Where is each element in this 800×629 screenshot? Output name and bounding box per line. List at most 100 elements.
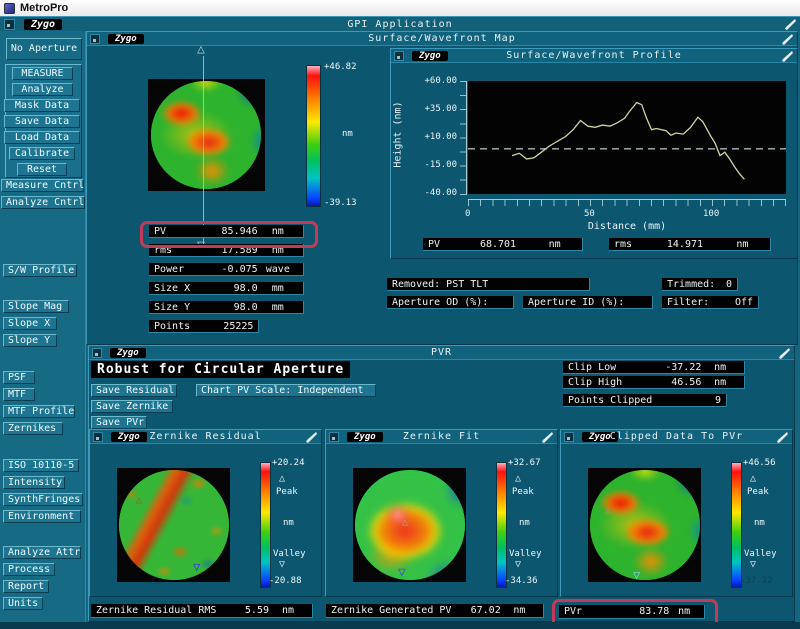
profile-arrow-up-icon[interactable]: △ (197, 43, 205, 56)
stat-value: 25225 (223, 320, 254, 332)
stat-unit: nm (271, 225, 284, 237)
sidebar-item-slope-mag[interactable]: Slope Mag (3, 300, 69, 313)
profile-stat-rms: rms 14.971 nm (609, 238, 771, 251)
save-residual-button[interactable]: Save Residual (91, 384, 177, 397)
stat-value: 68.701 (479, 238, 517, 250)
zygo-logo: Zygo (412, 50, 448, 61)
peak-icon: △ (750, 473, 757, 484)
stat-unit: nm (736, 238, 749, 250)
zygo-logo: Zygo (582, 431, 618, 442)
wrench-icon[interactable] (781, 33, 793, 45)
stat-pv: PV 85.946 nm (149, 225, 304, 238)
filter-value: Off (734, 296, 753, 308)
colorbar (496, 462, 507, 588)
profile-xlabel: Distance (mm) (587, 221, 667, 232)
clipped-data-panel: Zygo Clipped Data To PVr △ ▽ +46.56 △ Pe… (560, 429, 793, 597)
sidebar-item-analyze-attr[interactable]: Analyze Attr (3, 546, 81, 559)
save-zernike-button[interactable]: Save Zernike (91, 400, 173, 413)
wrench-icon[interactable] (778, 347, 790, 359)
panel-menu-button[interactable] (93, 431, 103, 442)
aperture-selector[interactable]: No Aperture (6, 38, 82, 60)
sidebar-item-measure-cntrl[interactable]: Measure Cntrl (1, 179, 84, 192)
sidebar-item-psf[interactable]: PSF (3, 371, 35, 384)
removed-control[interactable]: Removed: PST TLT (387, 278, 590, 291)
profile-slice-line[interactable] (203, 56, 204, 244)
stat-label: Power (154, 263, 185, 275)
stat-unit: wave (265, 263, 290, 275)
stat-label: Size Y (154, 301, 191, 313)
window-titlebar: MetroPro (0, 0, 800, 16)
sidebar-item-intensity[interactable]: Intensity (3, 476, 65, 489)
sidebar-item-load-data[interactable]: Load Data (4, 131, 80, 144)
stat-unit: mm (271, 282, 284, 294)
sidebar-item-analyze-cntrl[interactable]: Analyze Cntrl (1, 196, 85, 209)
sidebar-item-environment[interactable]: Environment (3, 510, 81, 523)
sidebar-item-slope-y[interactable]: Slope Y (3, 334, 57, 347)
stat-value: -0.075 (221, 263, 258, 275)
sidebar-item-iso-10110-5[interactable]: ISO 10110-5 (3, 459, 79, 472)
ytick: +10.00 (424, 132, 457, 142)
sidebar-item-analyze[interactable]: Analyze (12, 83, 73, 96)
stat-unit: nm (271, 244, 284, 256)
sidebar-item-units[interactable]: Units (3, 597, 43, 610)
metropro-icon (4, 2, 15, 14)
sidebar-item-process[interactable]: Process (3, 563, 55, 576)
profile-panel-titlebar: Zygo Surface/Wavefront Profile (391, 49, 797, 63)
sidebar-item-reset[interactable]: Reset (17, 163, 67, 176)
app-title-bar: Zygo GPI Application (0, 16, 800, 31)
chart-pv-scale-button[interactable]: Chart PV Scale: Independent (196, 384, 376, 397)
stat-unit: nm (513, 605, 526, 616)
stat-rms: rms 17.589 nm (149, 244, 304, 257)
app-title: GPI Application (347, 18, 453, 30)
surface-wavefront-profile-panel: Zygo Surface/Wavefront Profile Height (n… (390, 48, 798, 259)
colorbar-unit: nm (519, 518, 530, 528)
sidebar-item-save-data[interactable]: Save Data (4, 115, 80, 128)
panel-menu-button[interactable] (4, 18, 15, 30)
colorbar-min: -34.36 (505, 576, 538, 586)
map-panel-title: Surface/Wavefront Map (368, 33, 516, 44)
panel-menu-button[interactable] (564, 431, 574, 442)
clipped-data-map (590, 470, 700, 580)
zygo-logo: Zygo (110, 347, 146, 358)
clip-high-stat: Clip High 46.56 nm (563, 376, 745, 389)
wrench-icon[interactable] (784, 18, 796, 30)
sidebar-item-slope-x[interactable]: Slope X (3, 317, 57, 330)
colorbar-min: -37.22 (740, 576, 773, 586)
sidebar-item-mtf-profile[interactable]: MTF Profile (3, 405, 75, 418)
colorbar-max: +32.67 (508, 458, 541, 468)
save-pvr-button[interactable]: Save PVr (91, 416, 147, 429)
metropro-screen: MetroPro Zygo GPI Application No Apertur… (0, 0, 800, 629)
sidebar-item-zernikes[interactable]: Zernikes (3, 422, 63, 435)
aperture-od-control[interactable]: Aperture OD (%): (387, 296, 514, 309)
sidebar-item-mask-data[interactable]: Mask Data (4, 99, 80, 112)
peak-icon: △ (279, 473, 286, 484)
wrench-icon[interactable] (781, 50, 793, 62)
sidebar-item-sw-profile[interactable]: S/W Profile (3, 264, 77, 277)
stat-unit: nm (714, 376, 727, 388)
panel-menu-button[interactable] (329, 431, 339, 442)
stat-value: 14.971 (666, 238, 704, 250)
wrench-icon[interactable] (305, 431, 317, 443)
stat-label: Points (154, 320, 191, 332)
colorbar-max: +46.56 (743, 458, 776, 468)
panel-menu-button[interactable] (394, 50, 404, 61)
pvr-heading: Robust for Circular Aperture (91, 361, 351, 378)
trimmed-label: Trimmed: (667, 278, 716, 290)
colorbar-unit: nm (754, 518, 765, 528)
sidebar-item-mtf[interactable]: MTF (3, 388, 35, 401)
peak-label: Peak (512, 487, 534, 497)
aperture-id-control[interactable]: Aperture ID (%): (523, 296, 653, 309)
panel-menu-button[interactable] (92, 347, 102, 358)
sidebar-item-calibrate[interactable]: Calibrate (9, 147, 75, 160)
sidebar-item-report[interactable]: Report (3, 580, 49, 593)
sidebar-item-synthfringes[interactable]: SynthFringes (3, 493, 83, 506)
sidebar-item-measure[interactable]: MEASURE (12, 67, 73, 80)
filter-control[interactable]: Filter: Off (662, 296, 759, 309)
zernike-residual-rms-result: Zernike Residual RMS 5.59 nm (91, 604, 313, 618)
wrench-icon[interactable] (541, 431, 553, 443)
stat-value: 9 (714, 394, 721, 406)
stat-value: 46.56 (671, 376, 702, 388)
trimmed-control[interactable]: Trimmed: 0 (662, 278, 738, 291)
panel-menu-button[interactable] (90, 33, 100, 44)
wrench-icon[interactable] (776, 431, 788, 443)
